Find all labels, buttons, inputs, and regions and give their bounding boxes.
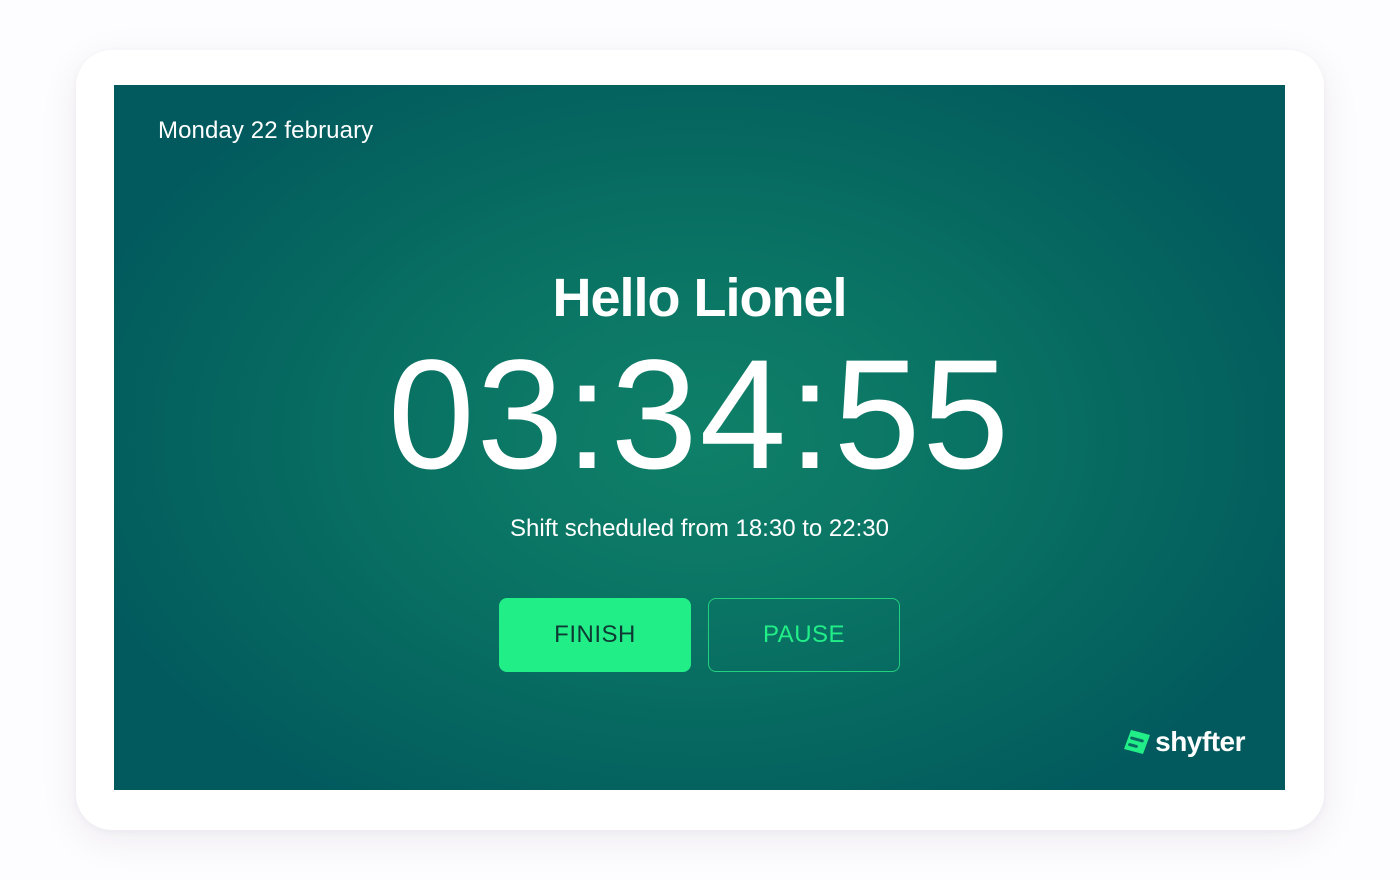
brand-logo: shyfter <box>1122 727 1245 757</box>
device-frame: Monday 22 february Hello Lionel 03:34:55… <box>76 50 1324 830</box>
pause-button[interactable]: PAUSE <box>708 598 900 672</box>
date-label: Monday 22 february <box>158 117 374 144</box>
page: Monday 22 february Hello Lionel 03:34:55… <box>0 0 1400 880</box>
greeting-title: Hello Lionel <box>552 268 847 328</box>
clock-screen: Monday 22 february Hello Lionel 03:34:55… <box>114 85 1285 790</box>
brand-name: shyfter <box>1155 726 1245 757</box>
elapsed-timer: 03:34:55 <box>387 328 1012 502</box>
shyfter-logo-icon <box>1124 730 1151 754</box>
shift-schedule-text: Shift scheduled from 18:30 to 22:30 <box>510 515 889 542</box>
finish-button[interactable]: FINISH <box>499 598 691 672</box>
